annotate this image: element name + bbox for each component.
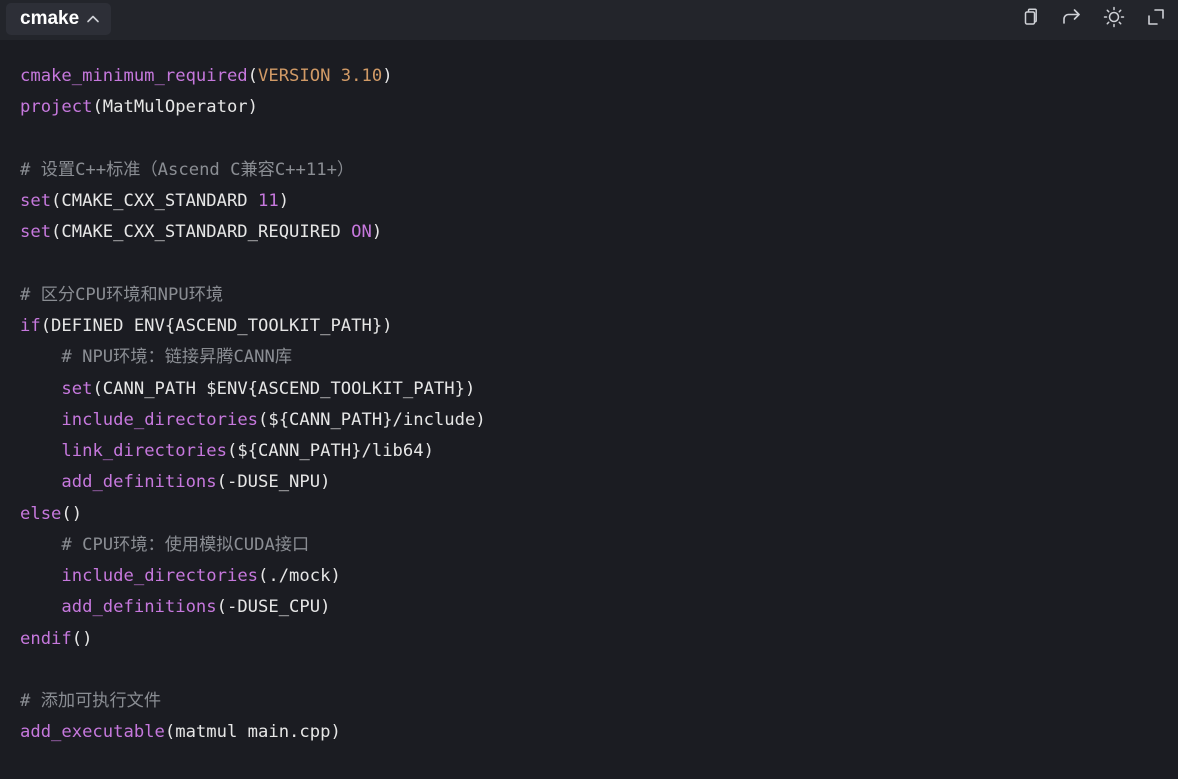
language-collapse-button[interactable]: cmake (6, 3, 112, 35)
code-line: include_directories(./mock) (20, 561, 486, 592)
code-line: link_directories(${CANN_PATH}/lib64) (20, 436, 486, 467)
code-token: (CMAKE_CXX_STANDARD (51, 191, 259, 211)
code-token: add_definitions (61, 472, 217, 493)
wrap-button[interactable] (1060, 7, 1084, 31)
code-line: # CPU环境：使用模拟CUDA接口 (20, 530, 486, 561)
code-line: if(DEFINED ENV{ASCEND_TOOLKIT_PATH}) (20, 311, 486, 342)
expand-button[interactable] (1144, 7, 1168, 31)
code-line: # 区分CPU环境和NPU环境 (20, 280, 486, 311)
code-line: # 添加可执行文件 (20, 686, 486, 717)
code-token: add_definitions (61, 597, 217, 618)
code-token: VERSION (258, 66, 331, 86)
sun-icon (1103, 6, 1125, 33)
wrap-arrow-icon (1061, 7, 1083, 32)
code-content[interactable]: cmake_minimum_required(VERSION 3.10) proj… (20, 61, 486, 749)
code-token: # 区分CPU环境和NPU环境 (20, 284, 224, 305)
code-token: else (20, 503, 62, 524)
code-token: (MatMulOperator) (92, 97, 259, 118)
code-token: endif (20, 628, 72, 649)
code-token: # NPU环境：链接昇腾CANN库 (61, 347, 293, 368)
code-token: (-DUSE_CPU) (216, 597, 331, 618)
expand-icon (1146, 7, 1166, 32)
code-line: # NPU环境：链接昇腾CANN库 (20, 342, 486, 373)
code-block: cmake cmake_minimum_required(VERSION 3.1… (0, 0, 1178, 779)
code-block-toolbar: cmake (0, 0, 1178, 40)
code-line: endif() (20, 624, 486, 655)
code-token: set (20, 191, 52, 211)
code-token: (${CANN_PATH}/lib64) (226, 441, 434, 461)
code-token: (CMAKE_CXX_STANDARD_REQUIRED (51, 222, 352, 243)
code-line: add_executable(matmul main.cpp) (20, 717, 486, 748)
code-token: (matmul main.cpp) (164, 722, 341, 743)
code-token: ) (278, 191, 290, 211)
theme-toggle-button[interactable] (1102, 6, 1126, 33)
code-token: # 添加可执行文件 (20, 691, 162, 711)
code-token: include_directories (61, 566, 259, 586)
code-token: ON (351, 222, 372, 243)
code-token: add_executable (20, 722, 165, 743)
code-line: # 设置C++标准（Ascend C兼容C++11+） (20, 155, 486, 186)
code-token: ) (382, 66, 393, 86)
copy-icon (1020, 7, 1040, 32)
code-line: cmake_minimum_required(VERSION 3.10) (20, 61, 486, 92)
code-token: ) (371, 222, 383, 243)
code-line: project(MatMulOperator) (20, 92, 486, 123)
copy-button[interactable] (1018, 7, 1042, 31)
code-token: 11 (258, 191, 279, 211)
language-label: cmake (20, 8, 80, 29)
code-token: (CANN_PATH $ENV{ASCEND_TOOLKIT_PATH}) (92, 378, 476, 399)
code-token: ( (247, 66, 259, 86)
code-token: (-DUSE_NPU) (216, 472, 331, 493)
code-token: () (61, 503, 83, 524)
code-token: include_directories (61, 409, 259, 430)
code-line: set(CMAKE_CXX_STANDARD 11) (20, 186, 486, 217)
code-line: include_directories(${CANN_PATH}/include… (20, 405, 486, 436)
code-token: set (20, 222, 52, 243)
code-line: ​ (20, 249, 486, 280)
code-line: set(CMAKE_CXX_STANDARD_REQUIRED ON) (20, 217, 486, 248)
code-line: add_definitions(-DUSE_CPU) (20, 592, 486, 623)
code-token: 3.10 (330, 66, 383, 86)
code-token: () (71, 628, 93, 649)
code-token: (${CANN_PATH}/include) (258, 409, 486, 430)
code-token: link_directories (61, 441, 227, 461)
code-token: (./mock) (258, 566, 341, 586)
code-token: set (61, 378, 93, 399)
code-line: ​ (20, 124, 486, 155)
code-token: project (20, 97, 93, 118)
code-token: if (20, 316, 41, 336)
chevron-up-icon (85, 11, 101, 27)
code-line: ​ (20, 655, 486, 686)
code-block-actions (1018, 6, 1168, 32)
code-token: # CPU环境：使用模拟CUDA接口 (61, 534, 310, 555)
code-line: set(CANN_PATH $ENV{ASCEND_TOOLKIT_PATH}) (20, 374, 486, 405)
code-line: else() (20, 499, 486, 530)
code-token: # 设置C++标准（Ascend C兼容C++11+） (20, 159, 355, 180)
code-line: add_definitions(-DUSE_NPU) (20, 467, 486, 498)
code-token: cmake_minimum_required (20, 66, 248, 86)
code-token: (DEFINED ENV{ASCEND_TOOLKIT_PATH}) (40, 316, 393, 336)
